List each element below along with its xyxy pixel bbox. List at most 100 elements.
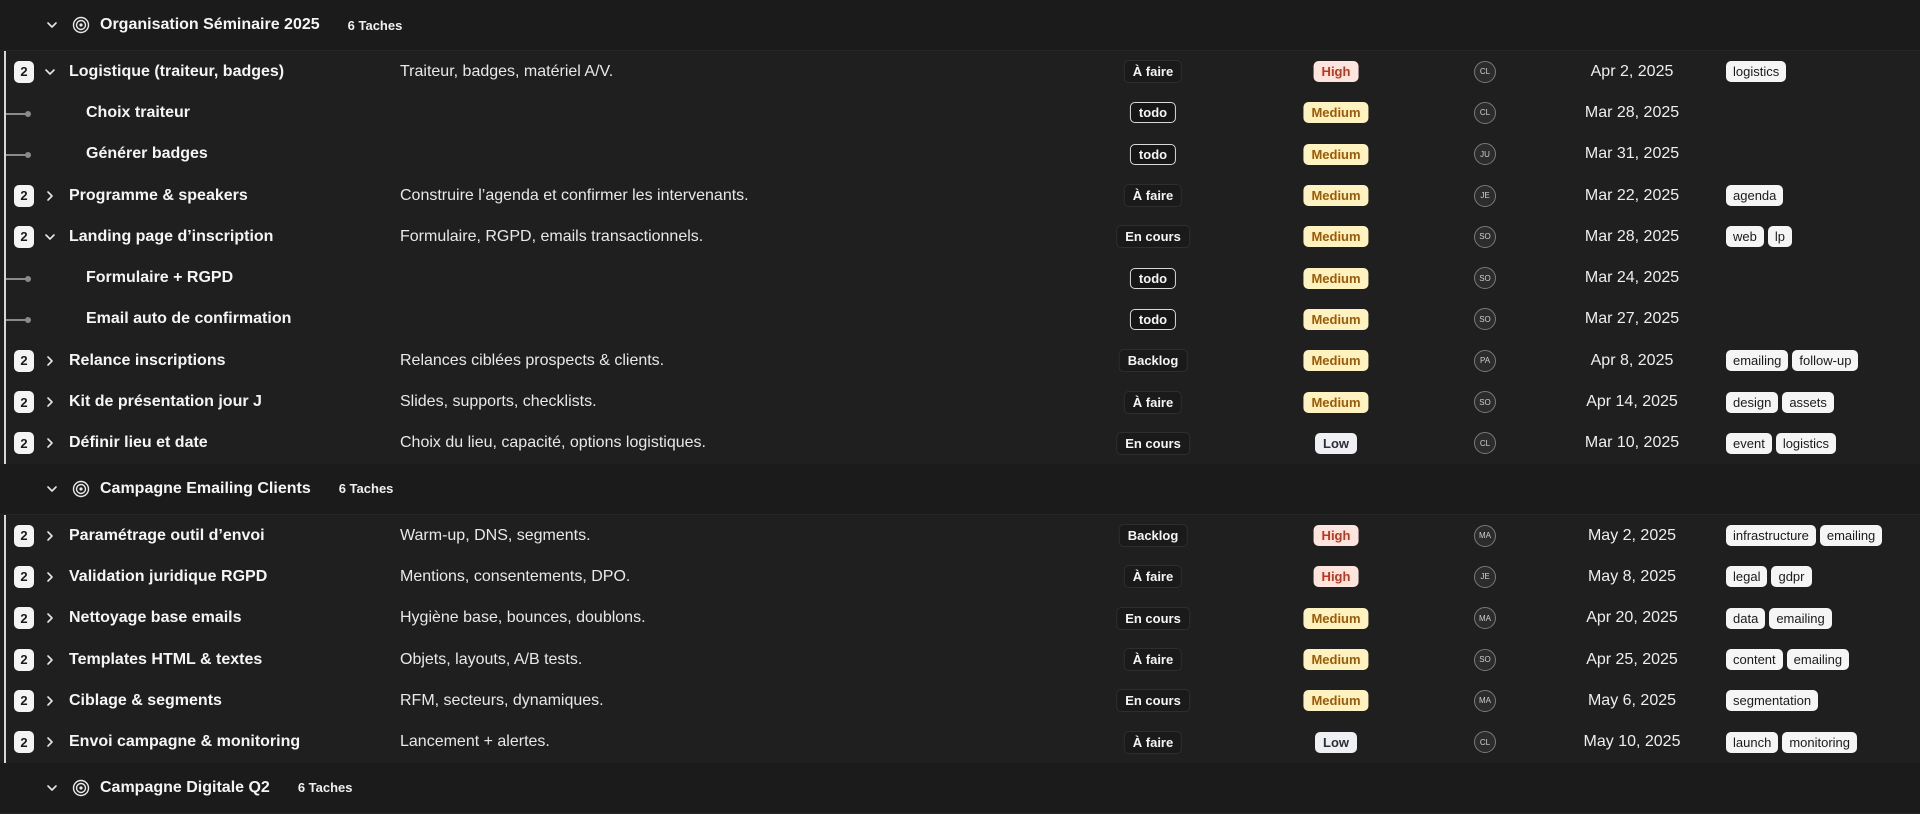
task-title[interactable]: Email auto de confirmation xyxy=(86,310,291,328)
priority-badge[interactable]: Medium xyxy=(1303,350,1369,372)
avatar[interactable]: JE xyxy=(1474,565,1496,588)
task-row[interactable]: 2 Nettoyage base emails Hygiène base, boun… xyxy=(0,598,1920,639)
task-row[interactable]: 2 Templates HTML & textes Objets, layouts,… xyxy=(0,639,1920,680)
tag[interactable]: assets xyxy=(1782,391,1834,413)
task-row[interactable]: 2 Définir lieu et date Choix du lieu, capa… xyxy=(0,423,1920,464)
tag[interactable]: emailing xyxy=(1769,607,1832,629)
chevron-right-icon[interactable] xyxy=(43,694,57,708)
tag[interactable]: emailing xyxy=(1726,350,1789,372)
chevron-down-icon[interactable] xyxy=(43,65,57,79)
due-date[interactable]: Mar 10, 2025 xyxy=(1585,434,1679,452)
chevron-down-icon[interactable] xyxy=(44,780,60,796)
tag[interactable]: infrastructure xyxy=(1726,525,1816,547)
priority-badge[interactable]: Low xyxy=(1315,731,1357,753)
subtask-row[interactable]: Email auto de confirmation todo Medium SO Ma… xyxy=(0,299,1920,340)
status-badge[interactable]: En cours xyxy=(1116,689,1190,713)
task-row[interactable]: 2 Programme & speakers Construire l’agenda… xyxy=(0,175,1920,216)
task-title[interactable]: Relance inscriptions xyxy=(69,352,226,370)
task-title[interactable]: Envoi campagne & monitoring xyxy=(69,733,300,751)
due-date[interactable]: Apr 20, 2025 xyxy=(1586,609,1678,627)
chevron-right-icon[interactable] xyxy=(43,735,57,749)
status-badge[interactable]: À faire xyxy=(1123,730,1183,754)
tag[interactable]: segmentation xyxy=(1726,690,1819,712)
chevron-right-icon[interactable] xyxy=(43,354,57,368)
priority-badge[interactable]: Medium xyxy=(1303,102,1369,124)
chevron-right-icon[interactable] xyxy=(43,653,57,667)
priority-badge[interactable]: Medium xyxy=(1303,267,1369,289)
task-title[interactable]: Nettoyage base emails xyxy=(69,609,242,627)
avatar[interactable]: PA xyxy=(1474,349,1496,372)
status-badge[interactable]: todo xyxy=(1129,308,1177,330)
task-title[interactable]: Générer badges xyxy=(86,145,208,163)
tag[interactable]: event xyxy=(1726,432,1772,454)
task-title[interactable]: Ciblage & segments xyxy=(69,692,222,710)
status-badge[interactable]: Backlog xyxy=(1118,349,1188,373)
tag[interactable]: logistics xyxy=(1726,61,1787,83)
chevron-down-icon[interactable] xyxy=(44,17,60,33)
due-date[interactable]: Apr 14, 2025 xyxy=(1586,393,1678,411)
avatar[interactable]: SO xyxy=(1474,225,1496,248)
avatar[interactable]: SO xyxy=(1474,391,1496,414)
task-title[interactable]: Landing page d’inscription xyxy=(69,228,273,246)
priority-badge[interactable]: Medium xyxy=(1303,607,1369,629)
tag[interactable]: legal xyxy=(1726,566,1768,588)
task-row[interactable]: 2 Envoi campagne & monitoring Lancement + … xyxy=(0,721,1920,762)
due-date[interactable]: May 6, 2025 xyxy=(1588,692,1676,710)
status-badge[interactable]: todo xyxy=(1129,267,1177,289)
tag[interactable]: design xyxy=(1726,391,1779,413)
task-title[interactable]: Définir lieu et date xyxy=(69,434,208,452)
chevron-down-icon[interactable] xyxy=(44,481,60,497)
status-badge[interactable]: À faire xyxy=(1123,184,1183,208)
due-date[interactable]: Apr 2, 2025 xyxy=(1591,63,1674,81)
chevron-right-icon[interactable] xyxy=(43,611,57,625)
priority-badge[interactable]: Medium xyxy=(1303,308,1369,330)
group-header[interactable]: Campagne Emailing Clients 6 Taches xyxy=(0,463,1920,515)
task-title[interactable]: Logistique (traiteur, badges) xyxy=(69,63,284,81)
task-title[interactable]: Templates HTML & textes xyxy=(69,651,262,669)
task-title[interactable]: Validation juridique RGPD xyxy=(69,568,267,586)
tag[interactable]: gdpr xyxy=(1771,566,1812,588)
task-row[interactable]: 2 Relance inscriptions Relances ciblées pr… xyxy=(0,340,1920,381)
due-date[interactable]: Mar 22, 2025 xyxy=(1585,187,1679,205)
due-date[interactable]: Mar 28, 2025 xyxy=(1585,228,1679,246)
tag[interactable]: logistics xyxy=(1775,432,1837,454)
tag[interactable]: emailing xyxy=(1786,649,1850,670)
chevron-right-icon[interactable] xyxy=(43,529,57,543)
avatar[interactable]: MA xyxy=(1474,689,1496,712)
priority-badge[interactable]: High xyxy=(1313,566,1359,588)
tag[interactable]: monitoring xyxy=(1782,731,1858,753)
avatar[interactable]: JE xyxy=(1474,184,1496,207)
avatar[interactable]: JU xyxy=(1474,143,1496,166)
due-date[interactable]: May 10, 2025 xyxy=(1584,733,1681,751)
due-date[interactable]: Apr 8, 2025 xyxy=(1591,352,1674,370)
chevron-down-icon[interactable] xyxy=(43,230,57,244)
priority-badge[interactable]: Medium xyxy=(1303,143,1369,165)
task-row[interactable]: 2 Logistique (traiteur, badges) Traiteur, … xyxy=(0,51,1920,92)
tag[interactable]: emailing xyxy=(1819,525,1883,547)
task-title[interactable]: Kit de présentation jour J xyxy=(69,393,262,411)
chevron-right-icon[interactable] xyxy=(43,436,57,450)
due-date[interactable]: Apr 25, 2025 xyxy=(1586,651,1678,669)
task-title[interactable]: Programme & speakers xyxy=(69,187,248,205)
avatar[interactable]: SO xyxy=(1474,308,1496,331)
subtask-row[interactable]: Générer badges todo Medium JU Mar 31, 2025 xyxy=(0,134,1920,175)
chevron-right-icon[interactable] xyxy=(43,189,57,203)
status-badge[interactable]: todo xyxy=(1129,102,1177,124)
due-date[interactable]: Mar 28, 2025 xyxy=(1585,104,1679,122)
avatar[interactable]: CL xyxy=(1474,60,1496,83)
tag[interactable]: launch xyxy=(1726,731,1779,753)
due-date[interactable]: Mar 31, 2025 xyxy=(1585,145,1679,163)
task-row[interactable]: 2 Validation juridique RGPD Mentions, cons… xyxy=(0,556,1920,597)
priority-badge[interactable]: High xyxy=(1313,525,1359,547)
avatar[interactable]: SO xyxy=(1474,267,1496,290)
task-row[interactable]: 2 Landing page d’inscription Formulaire, R… xyxy=(0,216,1920,257)
task-row[interactable]: 2 Ciblage & segments RFM, secteurs, dynami… xyxy=(0,680,1920,721)
status-badge[interactable]: À faire xyxy=(1123,648,1183,671)
priority-badge[interactable]: Medium xyxy=(1303,185,1369,207)
status-badge[interactable]: À faire xyxy=(1123,60,1183,84)
priority-badge[interactable]: Medium xyxy=(1303,226,1369,248)
tag[interactable]: content xyxy=(1726,649,1783,670)
chevron-right-icon[interactable] xyxy=(43,395,57,409)
avatar[interactable]: CL xyxy=(1474,101,1496,124)
due-date[interactable]: May 2, 2025 xyxy=(1588,527,1676,545)
